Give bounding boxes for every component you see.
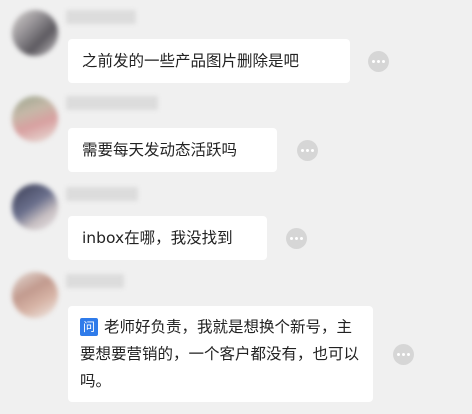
avatar[interactable]	[12, 184, 58, 230]
more-dots-icon[interactable]	[393, 344, 414, 365]
message-text: 老师好负责，我就是想换个新号，主要想要营销的，一个客户都没有，也可以吗。	[80, 318, 360, 390]
more-dots-icon[interactable]	[286, 228, 307, 249]
username-blurred	[66, 10, 136, 24]
message-text: 之前发的一些产品图片删除是吧	[82, 52, 300, 70]
question-tag: 问	[80, 318, 98, 336]
message-bubble[interactable]: inbox在哪，我没找到	[68, 216, 267, 260]
more-dots-icon[interactable]	[297, 140, 318, 161]
message-text: inbox在哪，我没找到	[82, 229, 233, 247]
avatar[interactable]	[12, 96, 58, 142]
username-blurred	[66, 274, 124, 288]
message-bubble[interactable]: 需要每天发动态活跃吗	[68, 128, 277, 172]
message-bubble[interactable]: 问老师好负责，我就是想换个新号，主要想要营销的，一个客户都没有，也可以吗。	[68, 306, 373, 402]
message-text: 需要每天发动态活跃吗	[82, 141, 238, 159]
message-bubble[interactable]: 之前发的一些产品图片删除是吧	[68, 39, 350, 83]
more-dots-icon[interactable]	[368, 51, 389, 72]
avatar[interactable]	[12, 272, 58, 318]
username-blurred	[66, 96, 158, 110]
username-blurred	[66, 187, 138, 201]
avatar[interactable]	[12, 10, 58, 56]
